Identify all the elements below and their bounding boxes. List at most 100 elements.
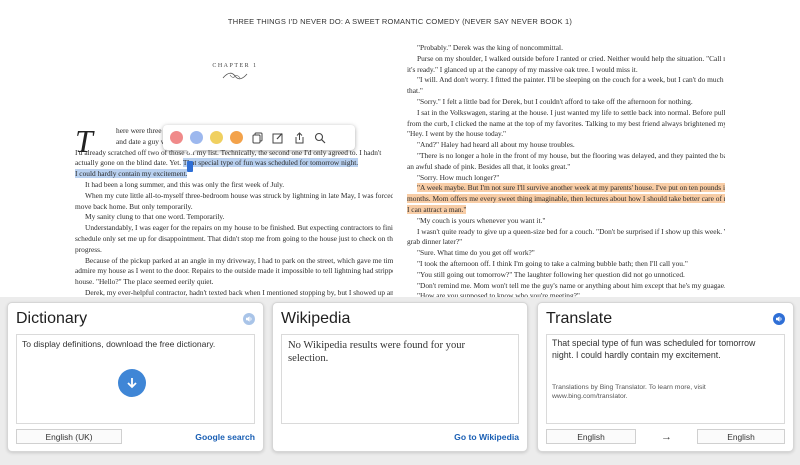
highlight-blue-button[interactable] xyxy=(190,131,203,144)
google-search-link[interactable]: Google search xyxy=(195,432,255,442)
dictionary-footer: English (UK) Google search xyxy=(16,429,255,444)
right-text-line: "Sure. What time do you get off work?" xyxy=(407,248,725,259)
target-language-select[interactable]: English xyxy=(697,429,785,444)
left-text-line: move back home. But only temporarily. xyxy=(75,202,393,213)
translate-body: That special type of fun was scheduled f… xyxy=(546,334,785,424)
right-text-line: "Probably." Derek was the king of noncom… xyxy=(407,43,725,54)
text-run: When my cute little all-to-myself three-… xyxy=(85,190,393,200)
left-text-line: It had been a long summer, and this was … xyxy=(75,180,393,191)
dictionary-language-select[interactable]: English (UK) xyxy=(16,429,122,444)
translation-text: That special type of fun was scheduled f… xyxy=(552,338,756,360)
right-text-line: "There is no longer a hole in the front … xyxy=(407,151,725,162)
wikipedia-title: Wikipedia xyxy=(281,310,351,327)
dictionary-body: To display definitions, download the fre… xyxy=(16,334,255,424)
translate-title: Translate xyxy=(546,310,613,327)
left-text-line: schedule only set me up for disappointme… xyxy=(75,234,393,245)
right-text-line: Purse on my shoulder, I walked outside b… xyxy=(407,54,725,65)
copy-icon[interactable] xyxy=(250,131,264,145)
note-icon[interactable] xyxy=(271,131,285,145)
right-text-line: "Hey. I went by the house today." xyxy=(407,129,725,140)
left-text-line: actually gone on the blind date. Yet. Th… xyxy=(75,158,393,169)
speaker-icon[interactable] xyxy=(773,313,785,325)
text-run: Understandably, I was eager for the repa… xyxy=(85,223,393,233)
wikipedia-footer: Go to Wikipedia xyxy=(281,429,519,444)
right-text-line: "Sorry." I felt a little bad for Derek, … xyxy=(407,97,725,108)
wikipedia-message: No Wikipedia results were found for your… xyxy=(288,340,466,364)
right-text-line: I can attract a man." xyxy=(407,204,725,216)
text-run: an awful shade of pink. Besides all that… xyxy=(407,161,571,171)
text-run: here were three t xyxy=(116,126,166,135)
highlight-red-button[interactable] xyxy=(170,131,183,144)
text-run: "Sorry. How much longer?" xyxy=(417,172,500,182)
translate-direction-arrow-icon: → xyxy=(661,430,672,443)
book-title: THREE THINGS I'D NEVER DO: A SWEET ROMAN… xyxy=(227,17,573,26)
left-text-line: When my cute little all-to-myself three-… xyxy=(75,191,393,202)
text-run: move back home. But only temporarily. xyxy=(75,201,193,211)
left-text-line: I could hardly contain my excitement. xyxy=(75,169,393,180)
highlighted-passage[interactable]: months. Mom offers me every sweet thing … xyxy=(407,194,725,204)
text-run: I wasn't quite ready to give up a queen-… xyxy=(417,226,725,236)
text-run: I sat in the Volkswagen, staring at the … xyxy=(417,107,725,117)
dictionary-message: To display definitions, download the fre… xyxy=(22,339,216,349)
download-arrow-icon xyxy=(127,378,137,389)
annotation-toolbar xyxy=(163,125,355,150)
text-run: Derek, my ever-helpful contractor, hadn'… xyxy=(85,287,393,297)
right-text-line: an awful shade of pink. Besides all that… xyxy=(407,162,725,173)
download-dictionary-button[interactable] xyxy=(118,369,146,397)
selected-text[interactable]: I could hardly contain my excitement. xyxy=(75,169,188,179)
right-text-line: "I took the afternoon off. I think I'm g… xyxy=(407,259,725,270)
highlighted-passage[interactable]: I can attract a man." xyxy=(407,204,467,214)
right-text-line: "Don't remind me. Mom won't tell me the … xyxy=(407,281,725,292)
search-icon[interactable] xyxy=(313,131,327,145)
translate-footer: English → English xyxy=(546,429,785,444)
translation-credit: Translations by Bing Translator. To lear… xyxy=(552,384,706,400)
highlighted-passage[interactable]: "A week maybe. But I'm not sure I'll sur… xyxy=(417,183,725,193)
left-text-line: Because of the pickup parked at an angle… xyxy=(75,256,393,267)
text-run: Because of the pickup parked at an angle… xyxy=(85,255,393,265)
text-run: that." xyxy=(407,86,423,96)
text-run: schedule only set me up for disappointme… xyxy=(75,233,393,243)
right-text-line: it's ready." I glanced up at the canopy … xyxy=(407,65,725,76)
highlight-orange-button[interactable] xyxy=(230,131,243,144)
selected-text[interactable]: That special type of fun was scheduled f… xyxy=(182,158,359,168)
text-run: house. "Hello?" The place seemed eerily … xyxy=(75,277,214,287)
right-text-line: grab dinner later?" xyxy=(407,237,725,248)
dictionary-title: Dictionary xyxy=(16,310,88,327)
left-text-line: progress. xyxy=(75,245,393,256)
text-run: My sanity clung to that one word. Tempor… xyxy=(85,212,225,222)
share-icon[interactable] xyxy=(292,131,306,145)
text-run: "Hey. I went by the house today." xyxy=(407,129,507,139)
toolbar-pointer xyxy=(186,149,196,155)
right-text-line: from the curb, I clicked the name at the… xyxy=(407,119,725,130)
text-run: "And?" Haley had heard all about my hous… xyxy=(417,140,575,150)
text-run: actually gone on the blind date. Yet. xyxy=(75,158,182,168)
text-run: "Probably." Derek was the king of noncom… xyxy=(417,43,563,52)
wikipedia-body: No Wikipedia results were found for your… xyxy=(281,334,519,424)
text-run: grab dinner later?" xyxy=(407,237,463,247)
text-run: admire my house as I went to the door. R… xyxy=(75,266,393,276)
text-run: "I took the afternoon off. I think I'm g… xyxy=(417,258,688,268)
right-text-line: months. Mom offers me every sweet thing … xyxy=(407,194,725,205)
right-text-line: "A week maybe. But I'm not sure I'll sur… xyxy=(407,183,725,194)
source-language-select[interactable]: English xyxy=(546,429,636,444)
chapter-ornament-icon xyxy=(222,72,248,80)
text-run: and date a guy wh xyxy=(116,136,170,146)
selection-handle[interactable] xyxy=(187,161,193,172)
speaker-icon[interactable] xyxy=(243,313,255,325)
text-run: "My couch is yours whenever you want it.… xyxy=(417,215,546,225)
right-text-line: I sat in the Volkswagen, staring at the … xyxy=(407,108,725,119)
text-run: "Don't remind me. Mom won't tell me the … xyxy=(417,280,725,290)
right-text-line: "Sorry. How much longer?" xyxy=(407,173,725,184)
left-text-line: house. "Hello?" The place seemed eerily … xyxy=(75,277,393,288)
text-run: Purse on my shoulder, I walked outside b… xyxy=(417,53,725,63)
text-run: "There is no longer a hole in the front … xyxy=(417,150,725,160)
go-to-wikipedia-link[interactable]: Go to Wikipedia xyxy=(454,432,519,442)
left-text-line: admire my house as I went to the door. R… xyxy=(75,266,393,277)
left-text-line: Understandably, I was eager for the repa… xyxy=(75,223,393,234)
highlight-yellow-button[interactable] xyxy=(210,131,223,144)
right-text-line: "I will. And don't worry. I fitted the p… xyxy=(407,75,725,86)
translate-panel: Translate That special type of fun was s… xyxy=(537,302,794,452)
text-run: It had been a long summer, and this was … xyxy=(85,179,285,189)
text-run: "I will. And don't worry. I fitted the p… xyxy=(417,75,725,85)
dictionary-panel: Dictionary To display definitions, downl… xyxy=(7,302,264,452)
